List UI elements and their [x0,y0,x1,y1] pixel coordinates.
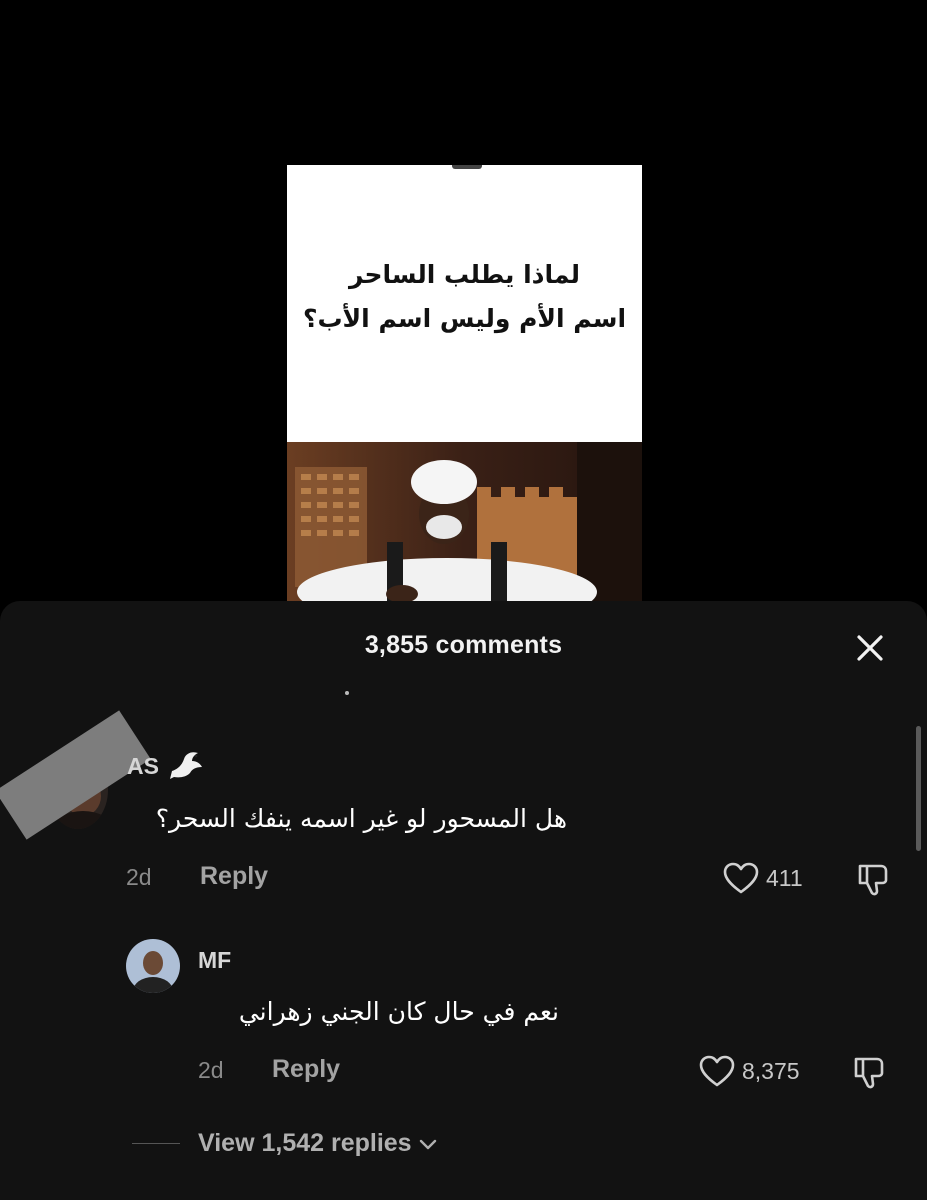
video-preview[interactable]: لماذا يطلب الساحر اسم الأم وليس اسم الأب… [287,165,642,605]
video-caption-line-2: اسم الأم وليس اسم الأب؟ [302,304,627,333]
video-frame-image [287,442,642,605]
video-still-illustration [287,442,642,605]
comments-sheet: 3,855 comments AS هل المسحور لو غير اسمه… [0,601,927,1200]
avatar[interactable] [126,939,180,993]
loading-dot [345,691,349,695]
like-button[interactable]: 411 [722,861,803,895]
comment-text: نعم في حال كان الجني زهراني [238,997,559,1026]
chevron-down-icon [419,1139,436,1149]
view-replies-label: View 1,542 replies [198,1129,412,1157]
view-replies-button[interactable]: View 1,542 replies [132,1129,438,1158]
comments-count-header: 3,855 comments [364,631,563,659]
comment-text: هل المسحور لو غير اسمه ينفك السحر؟ [155,804,567,833]
close-icon[interactable] [853,631,887,665]
comment-time: 2d [126,864,152,890]
like-button[interactable]: 8,375 [698,1054,800,1088]
heart-icon [723,862,759,894]
scrollbar[interactable] [916,726,921,851]
dislike-icon[interactable] [856,861,892,902]
reply-button[interactable]: Reply [200,862,268,891]
reply-button[interactable]: Reply [272,1055,340,1084]
comment-username[interactable]: MF [198,947,231,974]
heart-icon [699,1055,735,1087]
dislike-icon[interactable] [852,1054,888,1095]
video-caption: لماذا يطلب الساحر اسم الأم وليس اسم الأب… [299,253,630,341]
divider-line [132,1143,180,1144]
like-count: 411 [766,864,803,891]
video-caption-line-1: لماذا يطلب الساحر [348,260,581,289]
like-count: 8,375 [742,1057,800,1084]
comment-time: 2d [198,1057,224,1083]
phone-notch [452,165,482,169]
dove-icon [170,752,202,779]
comment-username[interactable]: AS [127,753,159,780]
